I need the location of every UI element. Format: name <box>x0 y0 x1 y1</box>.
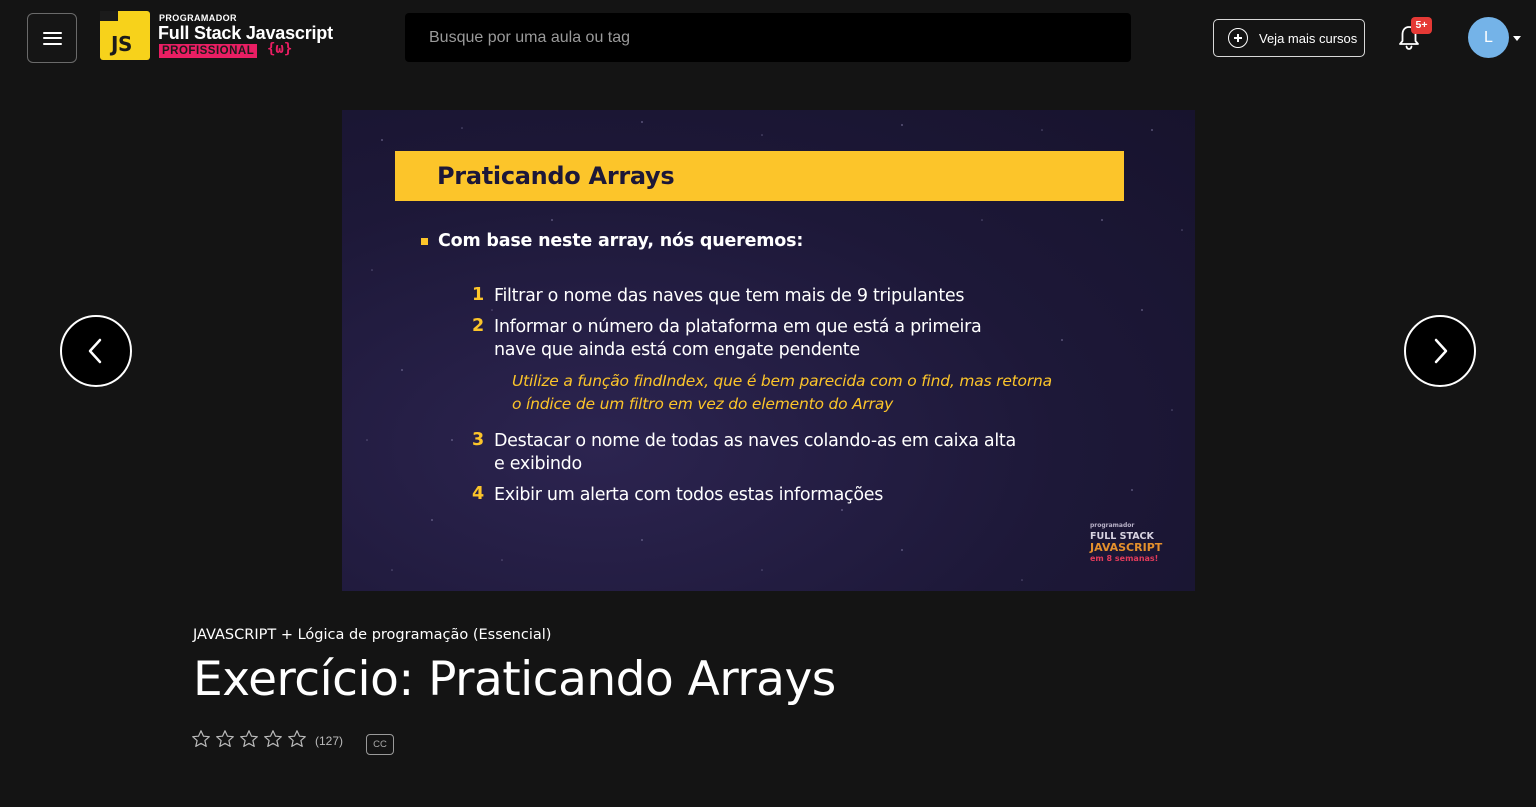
logo-braces: {ω} <box>267 41 293 57</box>
slide-item-text: Exibir um alerta com todos estas informa… <box>494 485 884 505</box>
slide-item-number: 4 <box>472 484 485 504</box>
chevron-right-icon <box>1434 338 1448 364</box>
more-courses-button[interactable]: Veja mais cursos <box>1213 19 1365 57</box>
video-watermark: programador FULL STACK JAVASCRIPT em 8 s… <box>1090 520 1170 564</box>
lesson-title: Exercício: Praticando Arrays <box>193 652 836 707</box>
next-lesson-button[interactable] <box>1404 315 1476 387</box>
star-icon[interactable] <box>215 729 235 749</box>
star-icon[interactable] <box>263 729 283 749</box>
js-logo-icon: JS <box>100 11 150 60</box>
logo-title: Full Stack Javascript <box>158 23 333 43</box>
chevron-left-icon <box>88 338 102 364</box>
hamburger-icon <box>42 31 62 45</box>
slide-item-text: Destacar o nome de todas as naves coland… <box>494 431 1016 451</box>
slide-title: Praticando Arrays <box>437 162 675 190</box>
slide-note: o índice de um filtro em vez do elemento… <box>512 395 894 413</box>
plus-circle-icon <box>1228 28 1248 48</box>
slide-item-number: 1 <box>472 285 485 305</box>
bullet-square-icon <box>421 238 428 245</box>
site-logo[interactable]: JS PROGRAMADOR Full Stack Javascript PRO… <box>100 11 350 61</box>
course-name[interactable]: JAVASCRIPT + Lógica de programação (Esse… <box>193 627 551 643</box>
logo-tag: PROFISSIONAL <box>159 44 258 58</box>
star-icon[interactable] <box>191 729 211 749</box>
star-icon[interactable] <box>239 729 259 749</box>
avatar-initial: L <box>1484 28 1493 46</box>
menu-button[interactable] <box>27 13 77 63</box>
notifications-badge: 5+ <box>1411 17 1432 34</box>
caret-down-icon[interactable] <box>1513 36 1521 41</box>
slide-item-number: 3 <box>472 430 485 450</box>
more-courses-label: Veja mais cursos <box>1259 30 1358 46</box>
watermark-line: JAVASCRIPT <box>1090 541 1163 554</box>
closed-captions-badge: CC <box>366 734 394 755</box>
rating-count: (127) <box>315 734 344 748</box>
slide-item-text: Informar o número da plataforma em que e… <box>494 317 982 337</box>
star-icon[interactable] <box>287 729 307 749</box>
previous-lesson-button[interactable] <box>60 315 132 387</box>
slide-intro: Com base neste array, nós queremos: <box>438 231 804 251</box>
slide-item-text: Filtrar o nome das naves que tem mais de… <box>494 286 965 306</box>
top-header: JS PROGRAMADOR Full Stack Javascript PRO… <box>0 0 1536 76</box>
slide-item-text: nave que ainda está com engate pendente <box>494 340 860 360</box>
rating-stars <box>191 729 307 749</box>
slide-item-text: e exibindo <box>494 454 582 474</box>
watermark-line: programador <box>1090 522 1135 529</box>
logo-js-text: JS <box>111 32 132 56</box>
slide-item-number: 2 <box>472 316 485 336</box>
watermark-line: em 8 semanas! <box>1090 554 1159 563</box>
logo-subtitle: PROGRAMADOR <box>159 13 237 23</box>
search-input[interactable] <box>405 13 1131 62</box>
slide-note: Utilize a função findIndex, que é bem pa… <box>512 372 1052 390</box>
avatar[interactable]: L <box>1468 17 1509 58</box>
video-player[interactable]: Praticando Arrays Com base neste array, … <box>342 110 1195 591</box>
